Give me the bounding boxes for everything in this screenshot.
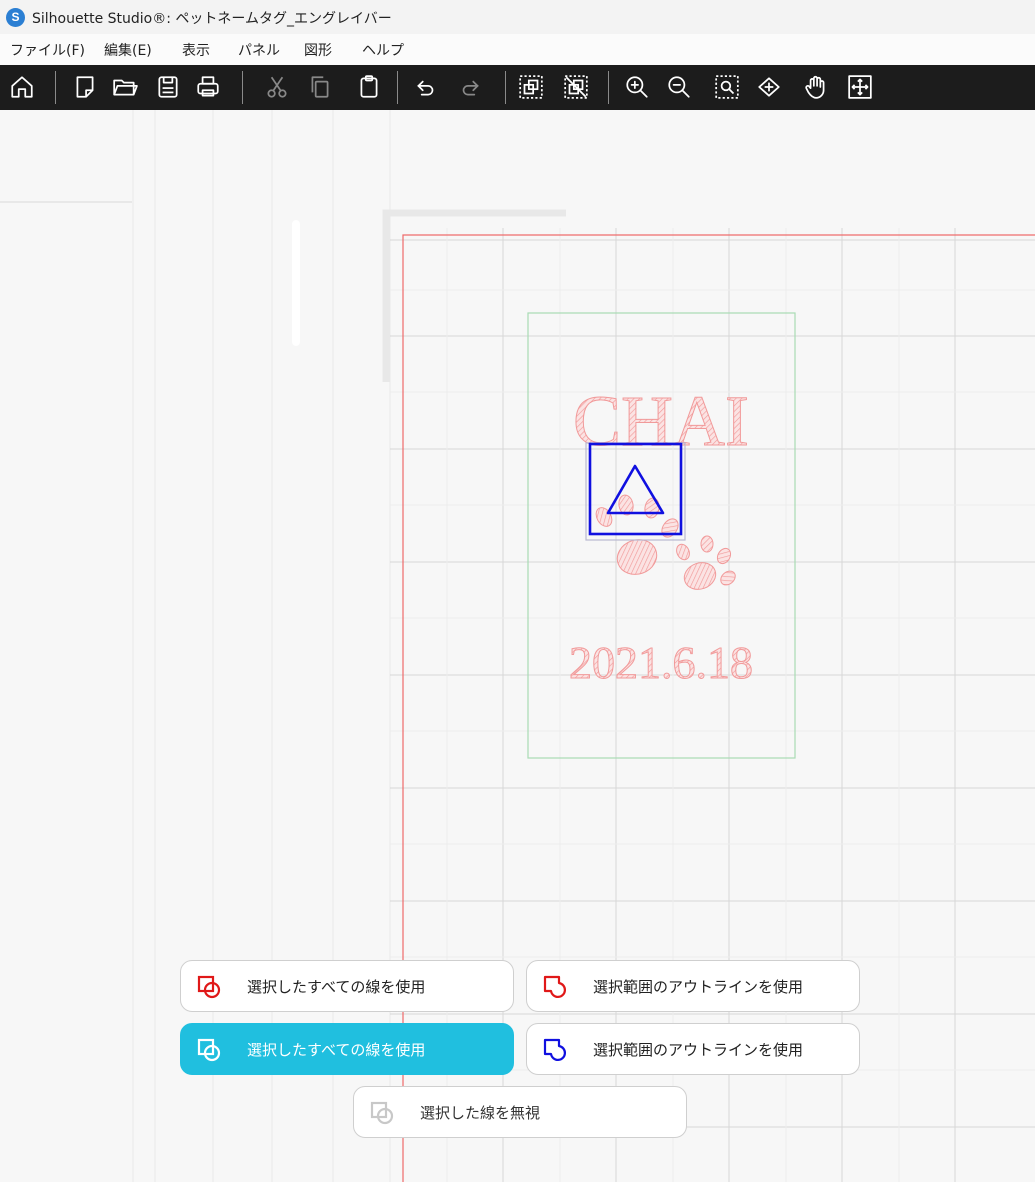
toolbar-separator [505,71,506,104]
menu-edit[interactable]: 編集(E) [104,40,152,60]
menu-shape[interactable]: 図形 [304,40,332,60]
group-icon[interactable] [515,71,547,103]
menu-panel[interactable]: パネル [238,40,280,60]
fit-to-window-icon[interactable] [844,71,876,103]
save-icon[interactable] [152,71,184,103]
menu-view[interactable]: 表示 [182,40,210,60]
toolbar [0,65,1035,110]
option-label: 選択したすべての線を使用 [247,978,426,996]
engrave-date-text[interactable]: 2021.6.18 [569,637,754,689]
zoom-selection-icon[interactable] [711,71,743,103]
outline-blue-icon [543,1038,566,1061]
toolbar-separator [608,71,609,104]
menu-file[interactable]: ファイル(F) [10,40,85,60]
paw-print-large[interactable] [593,494,682,580]
toolbar-separator [55,71,56,104]
redo-icon[interactable] [454,71,486,103]
use-selection-outline-option-red[interactable]: 選択範囲のアウトラインを使用 [526,960,860,1012]
background-grid [132,110,391,1182]
option-label: 選択範囲のアウトラインを使用 [593,1041,804,1059]
toolbar-separator [397,71,398,104]
ungroup-icon[interactable] [560,71,592,103]
home-icon[interactable] [6,71,38,103]
option-label: 選択範囲のアウトラインを使用 [593,978,804,996]
option-label: 選択した線を無視 [420,1104,541,1122]
outline-red-icon [543,975,566,998]
paw-print-small[interactable] [674,535,738,594]
zoom-out-icon[interactable] [663,71,695,103]
menu-help[interactable]: ヘルプ [362,40,404,60]
use-all-lines-option-active[interactable]: 選択したすべての線を使用 [180,1023,514,1075]
print-icon[interactable] [192,71,224,103]
new-document-icon[interactable] [69,71,101,103]
scroll-indicator[interactable] [292,220,300,346]
option-label: 選択したすべての線を使用 [247,1041,426,1059]
menu-bar: ファイル(F) 編集(E) 表示 パネル 図形 ヘルプ [0,34,1035,65]
canvas-workspace[interactable]: CHAI 2021.6.18 [0,110,1035,1182]
ignore-lines-icon [370,1101,394,1125]
all-lines-white-icon [197,1038,221,1062]
pan-hand-icon[interactable] [800,71,832,103]
design-safe-area [527,312,796,759]
zoom-in-icon[interactable] [621,71,653,103]
paste-icon[interactable] [353,71,385,103]
page-shadow [382,209,566,382]
open-folder-icon[interactable] [109,71,141,103]
engrave-name-text[interactable]: CHAI [573,381,750,462]
window-title: Silhouette Studio®: ペットネームタグ_エングレイバー [32,11,392,27]
copy-icon[interactable] [304,71,336,103]
undo-icon[interactable] [410,71,442,103]
app-logo: S [6,8,25,27]
all-lines-red-icon [197,975,221,999]
use-all-lines-option-red[interactable]: 選択したすべての線を使用 [180,960,514,1012]
title-bar: S Silhouette Studio®: ペットネームタグ_エングレイバー [0,0,1035,34]
toolbar-separator [242,71,243,104]
fit-to-page-icon[interactable] [753,71,785,103]
cut-icon[interactable] [261,71,293,103]
ignore-selected-lines-option[interactable]: 選択した線を無視 [353,1086,687,1138]
use-selection-outline-option-blue[interactable]: 選択範囲のアウトラインを使用 [526,1023,860,1075]
